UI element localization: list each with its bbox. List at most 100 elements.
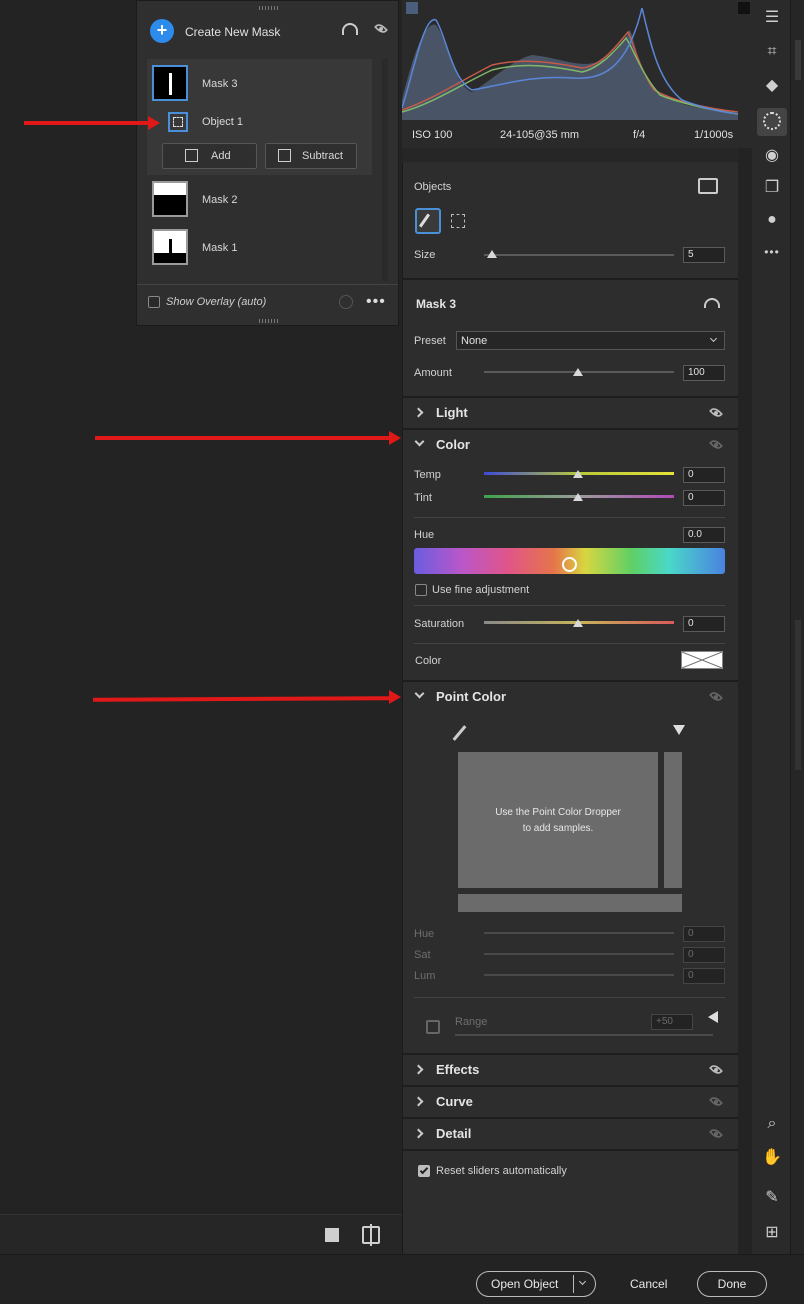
size-slider-knob[interactable]: [487, 250, 497, 258]
hand-icon[interactable]: ✋: [761, 1147, 783, 1169]
highlight-clipping-warning[interactable]: [738, 2, 750, 14]
group-divider: [414, 997, 725, 998]
point-lum-value-field[interactable]: 0: [683, 968, 725, 984]
create-mask-plus-icon[interactable]: +: [150, 19, 174, 43]
tint-value-field[interactable]: 0: [683, 490, 725, 506]
color-sampler-icon[interactable]: ✎: [761, 1187, 783, 1209]
objects-title: Objects: [414, 181, 452, 193]
reset-sliders-label: Reset sliders automatically: [436, 1165, 567, 1177]
mask1-thumbnail[interactable]: [152, 229, 188, 265]
masking-icon: [763, 112, 781, 130]
point-sat-value-field[interactable]: 0: [683, 947, 725, 963]
mask-list-item-mask1[interactable]: Mask 1: [202, 242, 237, 254]
panel-grip-top[interactable]: [259, 6, 279, 10]
section-point-color-header[interactable]: Point Color: [436, 689, 506, 704]
hue-value-field[interactable]: 0.0: [683, 527, 725, 543]
mask-list-item-mask2[interactable]: Mask 2: [202, 194, 237, 206]
edit-sliders-icon[interactable]: ☰: [761, 7, 783, 29]
point-color-sample-area[interactable]: Use the Point Color Dropper to add sampl…: [458, 752, 658, 888]
point-color-luminance-strip[interactable]: [664, 752, 682, 888]
done-button[interactable]: Done: [697, 1271, 767, 1297]
section-light-header[interactable]: Light: [436, 405, 468, 420]
red-eye-icon[interactable]: ◉: [761, 145, 783, 167]
grid-icon[interactable]: ⊞: [761, 1222, 783, 1244]
fine-adjustment-checkbox[interactable]: [415, 584, 427, 596]
point-sat-slider-track[interactable]: [484, 953, 674, 955]
point-hue-label: Hue: [414, 928, 435, 940]
section-curve-header[interactable]: Curve: [436, 1094, 473, 1109]
size-value-field[interactable]: 5: [683, 247, 725, 263]
masking-tool-active-bg[interactable]: [757, 108, 787, 136]
section-divider: [402, 1085, 738, 1087]
snapshots-icon[interactable]: ●: [761, 209, 783, 231]
open-object-dropdown-icon[interactable]: [578, 1277, 587, 1286]
brush-select-icon[interactable]: [415, 208, 441, 234]
mask2-thumbnail[interactable]: [152, 181, 188, 217]
object-mask-icon[interactable]: [168, 112, 188, 132]
point-lum-label: Lum: [414, 970, 436, 982]
add-mask-button[interactable]: Add: [162, 143, 257, 169]
reset-mask-icon[interactable]: [342, 23, 358, 35]
zoom-icon[interactable]: ⌕: [761, 1113, 783, 1135]
point-hue-slider-track[interactable]: [484, 932, 674, 934]
show-overlay-checkbox[interactable]: [148, 296, 160, 308]
view-mode-icon[interactable]: [325, 1228, 339, 1242]
cancel-button[interactable]: Cancel: [630, 1277, 667, 1291]
point-color-hue-strip[interactable]: [458, 894, 682, 912]
subtract-mask-button[interactable]: Subtract: [265, 143, 357, 169]
edge-scrollbar[interactable]: [795, 40, 801, 80]
range-expand-caret-icon[interactable]: [708, 1011, 718, 1023]
temp-value-field[interactable]: 0: [683, 467, 725, 483]
chevron-down-icon: [709, 334, 718, 343]
crop-icon[interactable]: ⌗: [761, 41, 783, 63]
hue-selector-knob[interactable]: [562, 557, 577, 572]
open-object-label: Open Object: [491, 1277, 559, 1291]
group-divider: [414, 605, 725, 606]
subtract-button-label: Subtract: [302, 150, 343, 162]
section-effects-header[interactable]: Effects: [436, 1062, 479, 1077]
mask3-thumbnail[interactable]: [152, 65, 188, 101]
reset-sliders-checkbox[interactable]: [418, 1165, 430, 1177]
saturation-value-field[interactable]: 0: [683, 616, 725, 632]
edge-scrollbar-lower[interactable]: [795, 620, 801, 770]
size-slider-track[interactable]: [484, 254, 674, 256]
saturation-label: Saturation: [414, 618, 465, 630]
eraser-icon[interactable]: ◆: [761, 75, 783, 97]
preset-dropdown[interactable]: None: [456, 331, 725, 350]
more-tools-icon[interactable]: •••: [761, 241, 783, 263]
show-overlay-label: Show Overlay (auto): [166, 296, 267, 308]
range-mask-icon[interactable]: [426, 1020, 440, 1034]
caret-down-icon[interactable]: [673, 725, 685, 735]
amount-value-field[interactable]: 100: [683, 365, 725, 381]
section-divider: [402, 1053, 738, 1055]
rectangle-select-icon[interactable]: [451, 214, 465, 228]
saturation-slider-knob[interactable]: [573, 619, 583, 627]
section-color-header[interactable]: Color: [436, 437, 470, 452]
overlay-color-swatch[interactable]: [339, 295, 353, 309]
create-new-mask-label[interactable]: Create New Mask: [185, 25, 280, 39]
presets-icon[interactable]: ❐: [761, 177, 783, 199]
panel-grip-bottom[interactable]: [259, 319, 279, 323]
temp-slider-knob[interactable]: [573, 470, 583, 478]
open-object-button[interactable]: Open Object: [476, 1271, 596, 1297]
mask-sub-item-object1[interactable]: Object 1: [202, 116, 243, 128]
reset-mask-settings-icon[interactable]: [704, 298, 720, 308]
mask-list-item-mask3[interactable]: Mask 3: [202, 78, 237, 90]
range-value-field[interactable]: +50: [651, 1014, 693, 1030]
curve-visibility-pupil: [714, 1100, 718, 1104]
more-options-icon[interactable]: •••: [366, 293, 386, 311]
color-swatch[interactable]: [681, 651, 723, 669]
tint-slider-knob[interactable]: [573, 493, 583, 501]
shadow-clipping-warning[interactable]: [406, 2, 418, 14]
point-hue-value-field[interactable]: 0: [683, 926, 725, 942]
histogram: ISO 100 24-105@35 mm f/4 1/1000s: [402, 0, 752, 148]
annotation-arrow-object: [24, 121, 152, 125]
invert-icon[interactable]: [698, 178, 718, 194]
amount-slider-knob[interactable]: [573, 368, 583, 376]
point-lum-slider-track[interactable]: [484, 974, 674, 976]
mask-list-scrollbar[interactable]: [382, 59, 388, 281]
section-detail-header[interactable]: Detail: [436, 1126, 471, 1141]
range-label: Range: [455, 1016, 488, 1028]
range-slider-track[interactable]: [455, 1034, 713, 1036]
annotation-arrow-color: [95, 436, 391, 440]
